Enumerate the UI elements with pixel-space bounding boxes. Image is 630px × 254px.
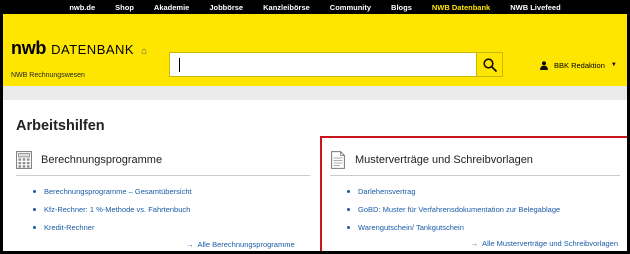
topnav-item-community[interactable]: Community [320,3,381,12]
arrow-right-icon: → [470,239,479,248]
list-item[interactable]: Darlehensvertrag [347,187,627,205]
product-subtitle: NWB Rechnungswesen [11,72,85,79]
all-berechnungsprogramme-link[interactable]: → Alle Berechnungsprogramme [186,240,295,249]
all-link-label: Alle Berechnungsprogramme [197,240,295,249]
document-icon [330,151,346,169]
page-frame: nwb.de Shop Akademie Jobbörse Kanzleibör… [3,0,627,251]
logo-datenbank: DATENBANK [51,42,135,57]
panel-header: Musterverträge und Schreibvorlagen [330,150,627,170]
bullet-icon [33,226,36,229]
bullet-icon [347,190,350,193]
topnav-item-akademie[interactable]: Akademie [144,3,199,12]
panel-title: Musterverträge und Schreibvorlagen [355,154,533,166]
search-button[interactable] [477,52,503,77]
topnav-item-kanzleiboerse[interactable]: Kanzleibörse [253,3,320,12]
link-list: Darlehensvertrag GoBD: Muster für Verfah… [330,187,627,241]
top-navigation: nwb.de Shop Akademie Jobbörse Kanzleibör… [3,0,627,14]
link-text[interactable]: Darlehensvertrag [358,187,416,196]
topnav-item-shop[interactable]: Shop [105,3,144,12]
header-band [3,86,627,100]
panel-title: Berechnungsprogramme [41,154,163,166]
divider [330,175,620,176]
list-item[interactable]: Kfz-Rechner: 1 %-Methode vs. Fahrtenbuch [33,205,310,223]
link-list: Berechnungsprogramme – Gesamtübersicht K… [16,187,310,241]
user-icon [540,60,548,70]
site-header: nwb DATENBANK ⌂ NWB Rechnungswesen BBK R… [3,14,627,86]
topnav-item-jobboerse[interactable]: Jobbörse [199,3,253,12]
topnav-item-nwb-datenbank[interactable]: NWB Datenbank [422,3,500,12]
panel-berechnungsprogramme: Berechnungsprogramme Berechnungsprogramm… [16,150,310,241]
user-menu[interactable]: BBK Redaktion ▼ [540,55,617,75]
topnav-item-blogs[interactable]: Blogs [381,3,422,12]
bullet-icon [33,190,36,193]
search-icon [482,57,497,72]
logo[interactable]: nwb DATENBANK ⌂ [11,38,147,59]
text-cursor [179,58,180,72]
bullet-icon [347,226,350,229]
link-text[interactable]: Kredit-Rechner [44,223,94,232]
home-icon[interactable]: ⌂ [141,46,147,57]
list-item[interactable]: Berechnungsprogramme – Gesamtübersicht [33,187,310,205]
divider [16,175,310,176]
link-text[interactable]: Warengutschein/ Tankgutschein [358,223,464,232]
calculator-icon [16,151,32,169]
bullet-icon [33,208,36,211]
arrow-right-icon: → [186,240,194,249]
user-name: BBK Redaktion [554,60,605,70]
chevron-down-icon: ▼ [610,62,617,68]
all-link-label: Alle Musterverträge und Schreibvorlagen [482,239,618,248]
list-item[interactable]: Kredit-Rechner [33,223,310,241]
topnav-item-nwb-livefeed[interactable]: NWB Livefeed [500,3,570,12]
bullet-icon [347,208,350,211]
link-text[interactable]: GoBD: Muster für Verfahrensdokumentation… [358,205,560,214]
panel-mustervertraege: Musterverträge und Schreibvorlagen Darle… [320,136,627,251]
topnav-item-nwb-de[interactable]: nwb.de [59,3,105,12]
logo-nwb: nwb [11,38,47,58]
panel-header: Berechnungsprogramme [16,150,310,170]
page-title: Arbeitshilfen [16,118,105,134]
all-mustervertraege-link[interactable]: → Alle Musterverträge und Schreibvorlagen [471,239,618,248]
list-item[interactable]: GoBD: Muster für Verfahrensdokumentation… [347,205,627,223]
link-text[interactable]: Kfz-Rechner: 1 %-Methode vs. Fahrtenbuch [44,205,190,214]
link-text[interactable]: Berechnungsprogramme – Gesamtübersicht [44,187,192,196]
search-input[interactable] [169,52,477,77]
